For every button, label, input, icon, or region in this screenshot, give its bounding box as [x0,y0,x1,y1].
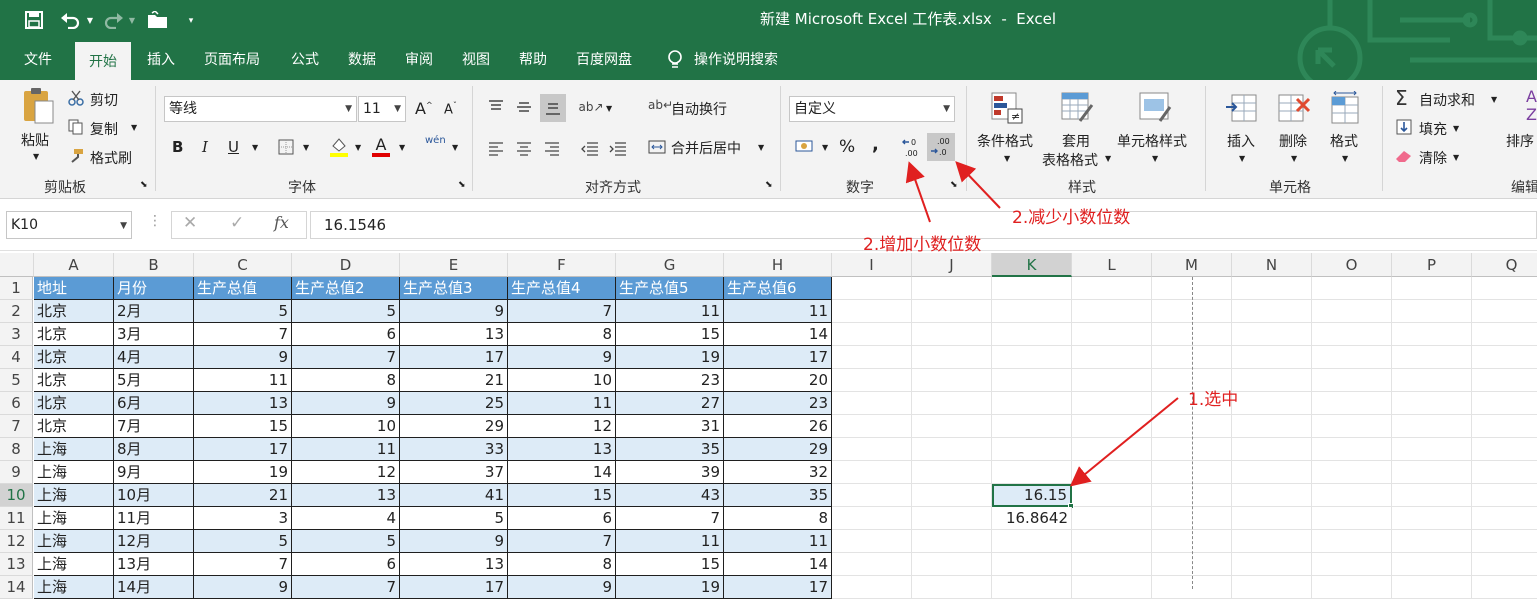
annotation-select: 1.选中 [1188,390,1239,410]
annotation-arrows [905,161,1179,487]
annotation-increase-decimal: 2.增加小数位数 [863,235,982,255]
annotation-decrease-decimal: 2.减少小数位数 [1012,208,1131,228]
